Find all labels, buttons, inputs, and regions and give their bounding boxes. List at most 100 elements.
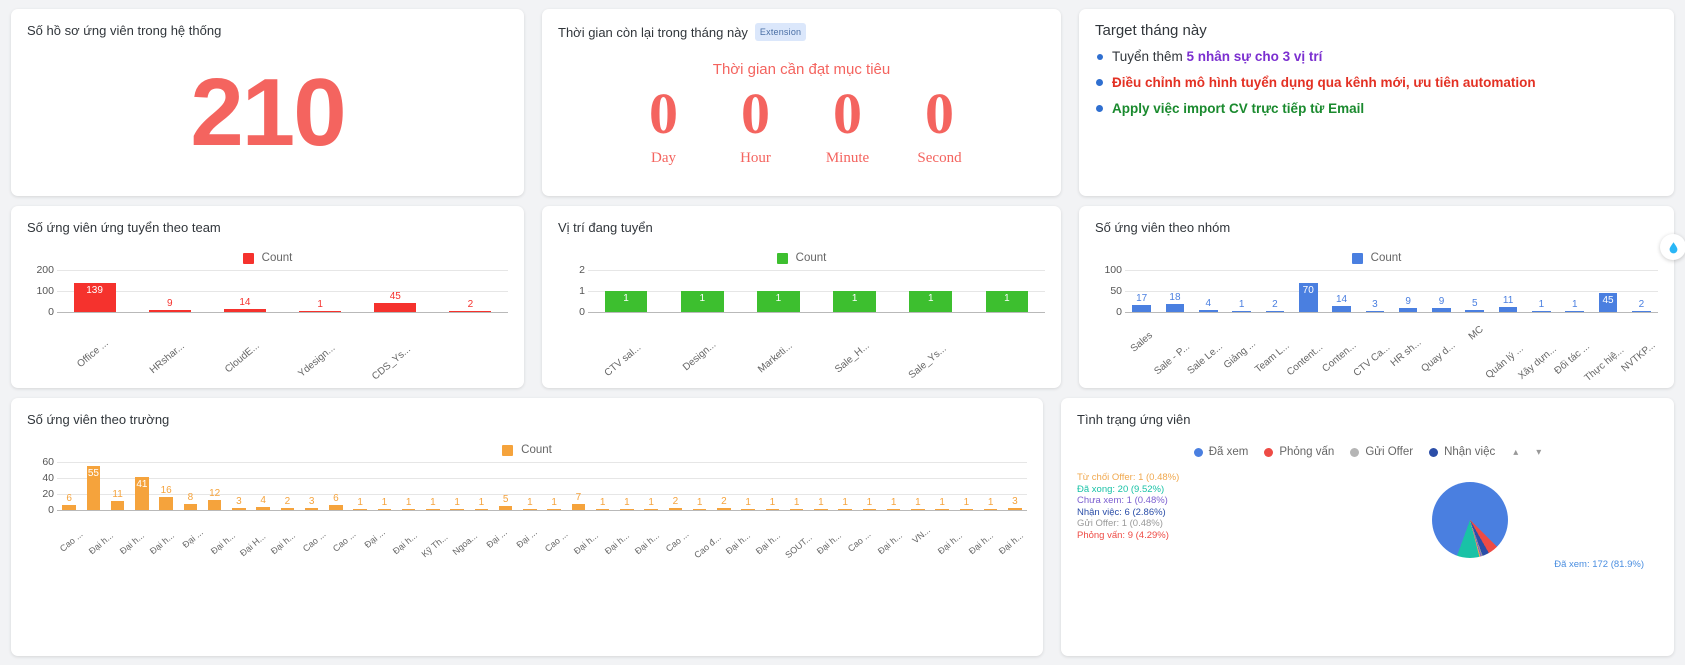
bar-column: 1 [736,462,760,510]
bar-value-label: 1 [551,496,557,508]
bar-value-label: 7 [575,492,582,504]
bar-column: 6 [324,462,348,510]
bar[interactable] [148,310,191,312]
bullet-icon [1097,54,1103,60]
bar-column: 1 [639,462,663,510]
bar[interactable] [1432,308,1451,312]
droplet-icon[interactable] [1660,234,1685,260]
bar[interactable] [377,508,392,510]
card-title: Vị trí đang tuyển [558,220,653,235]
bar-value-label: 5 [1472,297,1478,309]
bar[interactable] [620,508,634,510]
bar[interactable] [280,508,295,510]
bar[interactable] [450,508,464,510]
bar[interactable] [183,503,198,510]
chart-legend: Count [27,444,1027,456]
bar[interactable] [353,508,367,510]
chevron-down-icon[interactable]: ▾ [1536,447,1541,458]
y-tick: 1 [579,285,585,297]
bar[interactable] [1008,507,1022,510]
bar-value-label: 2 [721,496,727,508]
bar[interactable] [523,508,537,510]
bar[interactable] [304,507,319,510]
bar[interactable] [1332,306,1351,312]
bar-column: 2 [712,462,736,510]
bar[interactable] [1632,310,1651,312]
bar-value-label: 1 [696,496,703,508]
legend-item[interactable]: Gửi Offer [1350,446,1413,458]
bar-value-label: 1 [430,496,436,508]
bar[interactable] [935,508,949,510]
bar[interactable] [1232,310,1251,312]
bar[interactable] [765,508,780,510]
chevron-up-icon[interactable]: ▴ [1513,447,1518,458]
bar[interactable] [159,497,173,510]
bar[interactable] [814,508,828,510]
bar[interactable] [1532,310,1551,312]
bar-column: 18 [1158,270,1191,312]
list-item: Điều chỉnh mô hình tuyển dụng qua kênh m… [1095,74,1658,91]
bar[interactable] [886,508,901,510]
bar[interactable] [449,310,492,312]
bar[interactable] [223,309,266,312]
bar[interactable] [668,508,683,510]
bar-value-label: 5 [502,494,509,505]
bar[interactable] [401,508,416,510]
bar[interactable] [256,506,270,510]
bar[interactable] [329,505,343,510]
bar[interactable] [1132,304,1151,312]
bar[interactable] [911,508,925,510]
bar[interactable] [959,508,974,510]
bar[interactable] [299,310,342,312]
bar[interactable] [571,504,586,510]
bar[interactable] [62,505,76,510]
bar-value-label: 12 [209,488,221,500]
bar-value-label: 1 [699,293,706,304]
bar[interactable] [983,508,998,510]
bar[interactable] [741,508,755,510]
bar[interactable] [498,506,513,510]
bar[interactable] [1465,309,1485,312]
bar-value-label: 4 [260,494,266,506]
bar[interactable] [110,501,125,510]
bar[interactable] [692,508,707,510]
legend-item[interactable]: Nhận việc [1429,446,1495,458]
bar[interactable] [1265,310,1285,312]
bar[interactable] [474,508,489,510]
legend-item[interactable]: Phỏng vấn [1264,446,1334,458]
y-axis: 0 100 200 [27,264,57,360]
bar-column: 45 [1591,270,1624,312]
bar[interactable] [426,508,440,510]
bar[interactable] [374,302,417,312]
bar-value-label: 18 [1169,292,1181,304]
x-axis-label: Cao đ... [691,532,723,561]
bar[interactable] [717,508,731,510]
card-open-positions: Vị trí đang tuyển Count 0 1 2 1 1 1 1 1 1 CTV sal… [542,206,1061,388]
bar-value-label: 3 [1372,298,1378,310]
bar[interactable] [232,507,246,510]
bar-column: 12 [203,462,227,510]
countdown-unit-minute: 0 Minute [817,84,879,167]
bar-column: 1 [283,270,358,312]
bar-column: 2 [663,462,687,510]
bar[interactable] [547,508,561,510]
bar[interactable] [862,508,877,510]
bar[interactable] [1365,310,1385,312]
y-tick: 40 [42,472,54,484]
card-title-text: Thời gian còn lại trong tháng này [558,25,748,40]
bar[interactable] [789,508,804,510]
bar[interactable] [838,508,852,510]
bar-column: 70 [1292,270,1325,312]
bar[interactable] [1498,307,1518,312]
bar[interactable] [1398,308,1418,312]
legend-item[interactable]: Đã xem [1193,446,1248,458]
bar[interactable] [1165,304,1185,312]
bar-value-label: 1 [775,293,782,304]
pie-slice-label: Phỏng vấn: 9 (4.29%) [1077,529,1169,541]
bar[interactable] [1565,310,1585,312]
bar[interactable] [1198,310,1218,312]
bar[interactable] [207,500,222,510]
bar[interactable] [595,508,610,510]
x-axis-label: Kỹ Th... [419,531,450,560]
bar[interactable] [644,508,658,510]
